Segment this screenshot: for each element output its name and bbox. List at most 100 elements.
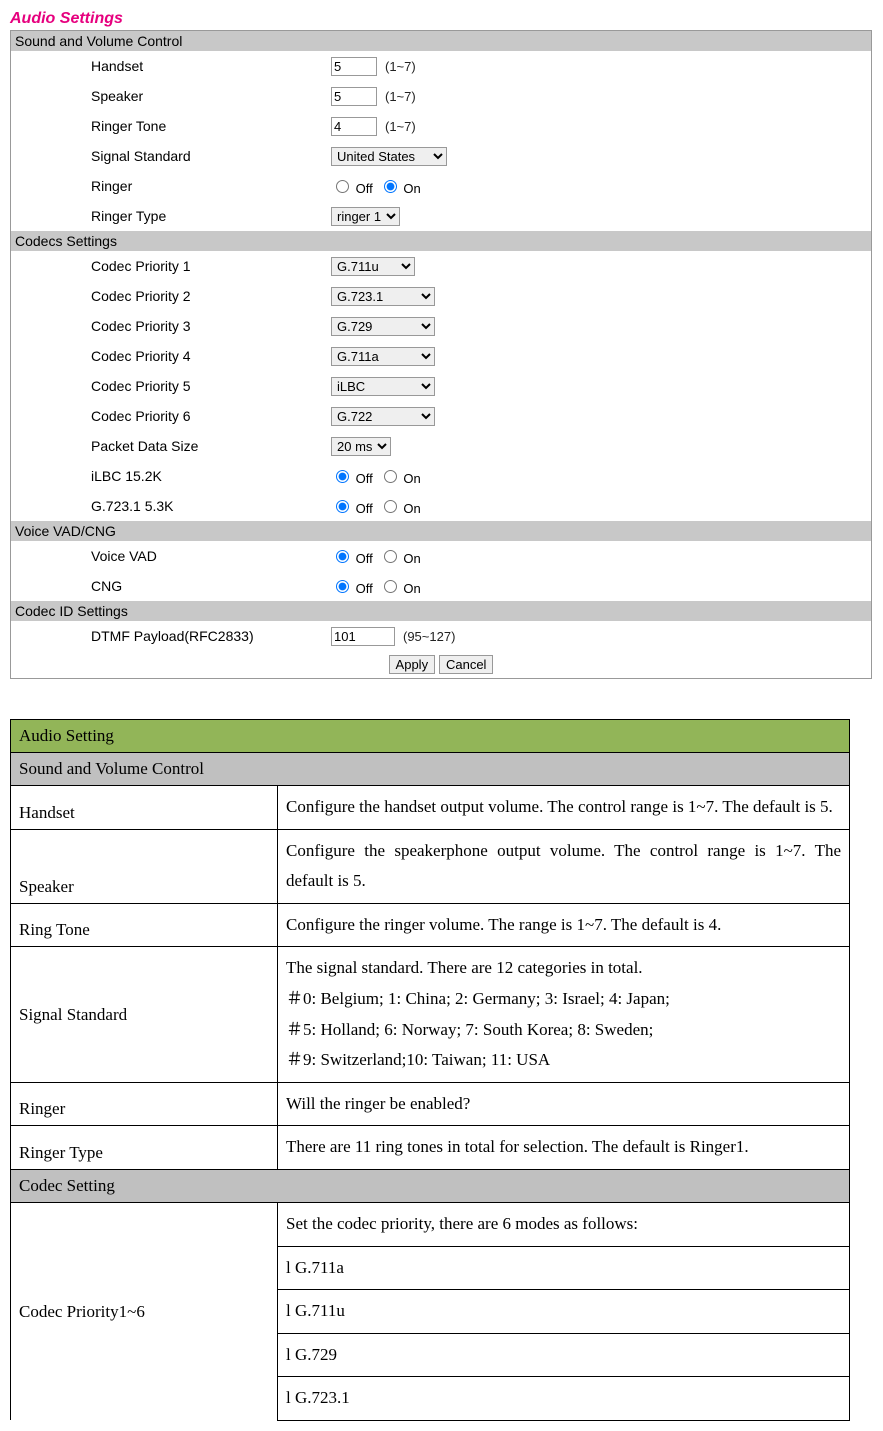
packet-size-select[interactable]: 20 ms (331, 437, 391, 456)
g723-on-label: On (403, 501, 420, 516)
ringer-tone-input[interactable] (331, 117, 377, 136)
speaker-hint: (1~7) (385, 89, 416, 104)
codec-3-select[interactable]: G.729 (331, 317, 435, 336)
codec-4-label: Codec Priority 4 (11, 348, 331, 364)
ringer-type-select[interactable]: ringer 1 (331, 207, 400, 226)
row-codec-6: Codec Priority 6 G.722 (11, 401, 871, 431)
row-codec-1: Codec Priority 1 G.711u (11, 251, 871, 281)
signal-standard-select[interactable]: United States (331, 147, 447, 166)
row-codec-3: Codec Priority 3 G.729 (11, 311, 871, 341)
voice-vad-label: Voice VAD (11, 548, 331, 564)
row-g723: G.723.1 5.3K Off On (11, 491, 871, 521)
desc-ring-tone-label: Ring Tone (11, 903, 278, 947)
codec-5-select[interactable]: iLBC (331, 377, 435, 396)
g723-label: G.723.1 5.3K (11, 498, 331, 514)
desc-codec-header: Codec Setting (11, 1169, 850, 1202)
dtmf-hint: (95~127) (403, 629, 455, 644)
row-ringer-tone: Ringer Tone (1~7) (11, 111, 871, 141)
codec-5-label: Codec Priority 5 (11, 378, 331, 394)
desc-signal-standard-text: The signal standard. There are 12 catego… (278, 947, 850, 1082)
speaker-input[interactable] (331, 87, 377, 106)
signal-standard-label: Signal Standard (11, 148, 331, 164)
codec-3-label: Codec Priority 3 (11, 318, 331, 334)
desc-speaker-text: Configure the speakerphone output volume… (278, 829, 850, 903)
ringer-tone-hint: (1~7) (385, 119, 416, 134)
ringer-off-label: Off (356, 181, 373, 196)
voice-vad-off-radio[interactable] (336, 550, 349, 563)
row-ilbc: iLBC 15.2K Off On (11, 461, 871, 491)
row-codec-4: Codec Priority 4 G.711a (11, 341, 871, 371)
row-ringer-type: Ringer Type ringer 1 (11, 201, 871, 231)
dtmf-input[interactable] (331, 627, 395, 646)
desc-handset-text: Configure the handset output volume. The… (278, 786, 850, 830)
row-cng: CNG Off On (11, 571, 871, 601)
cng-off-radio[interactable] (336, 580, 349, 593)
desc-codec-priority-label: Codec Priority1~6 (11, 1202, 278, 1420)
row-handset: Handset (1~7) (11, 51, 871, 81)
codec-4-select[interactable]: G.711a (331, 347, 435, 366)
codec-6-label: Codec Priority 6 (11, 408, 331, 424)
ilbc-off-label: Off (356, 471, 373, 486)
section-codec-id-header: Codec ID Settings (11, 601, 871, 621)
voice-vad-off-label: Off (356, 551, 373, 566)
voice-vad-on-radio[interactable] (384, 550, 397, 563)
ilbc-label: iLBC 15.2K (11, 468, 331, 484)
desc-ringer-text: Will the ringer be enabled? (278, 1082, 850, 1126)
desc-ringer-type-label: Ringer Type (11, 1126, 278, 1170)
codec-1-label: Codec Priority 1 (11, 258, 331, 274)
g723-on-radio[interactable] (384, 500, 397, 513)
row-packet-size: Packet Data Size 20 ms (11, 431, 871, 461)
cancel-button[interactable]: Cancel (439, 655, 493, 674)
desc-speaker-label: Speaker (11, 829, 278, 903)
ringer-on-label: On (403, 181, 420, 196)
desc-handset-label: Handset (11, 786, 278, 830)
handset-input[interactable] (331, 57, 377, 76)
button-row: Apply Cancel (11, 651, 871, 678)
desc-sound-header: Sound and Volume Control (11, 753, 850, 786)
desc-signal-standard-label: Signal Standard (11, 947, 278, 1082)
cng-off-label: Off (356, 581, 373, 596)
voice-vad-on-label: On (403, 551, 420, 566)
desc-title: Audio Setting (11, 720, 850, 753)
ringer-type-label: Ringer Type (11, 208, 331, 224)
description-table: Audio Setting Sound and Volume Control H… (10, 719, 850, 1421)
dtmf-label: DTMF Payload(RFC2833) (11, 628, 331, 644)
handset-label: Handset (11, 58, 331, 74)
row-ringer: Ringer Off On (11, 171, 871, 201)
codec-2-select[interactable]: G.723.1 (331, 287, 435, 306)
cng-on-label: On (403, 581, 420, 596)
desc-ringer-type-text: There are 11 ring tones in total for sel… (278, 1126, 850, 1170)
section-codecs-header: Codecs Settings (11, 231, 871, 251)
packet-size-label: Packet Data Size (11, 438, 331, 454)
row-dtmf: DTMF Payload(RFC2833) (95~127) (11, 621, 871, 651)
row-codec-5: Codec Priority 5 iLBC (11, 371, 871, 401)
settings-panel: Sound and Volume Control Handset (1~7) S… (10, 30, 872, 679)
codec-1-select[interactable]: G.711u (331, 257, 415, 276)
ringer-label: Ringer (11, 178, 331, 194)
cng-on-radio[interactable] (384, 580, 397, 593)
codec-6-select[interactable]: G.722 (331, 407, 435, 426)
ilbc-off-radio[interactable] (336, 470, 349, 483)
desc-ring-tone-text: Configure the ringer volume. The range i… (278, 903, 850, 947)
g723-off-radio[interactable] (336, 500, 349, 513)
desc-codec-priority-text: Set the codec priority, there are 6 mode… (278, 1202, 850, 1420)
row-signal-standard: Signal Standard United States (11, 141, 871, 171)
ilbc-on-radio[interactable] (384, 470, 397, 483)
page-title: Audio Settings (10, 10, 870, 28)
row-codec-2: Codec Priority 2 G.723.1 (11, 281, 871, 311)
section-sound-header: Sound and Volume Control (11, 31, 871, 51)
row-speaker: Speaker (1~7) (11, 81, 871, 111)
section-vad-header: Voice VAD/CNG (11, 521, 871, 541)
codec-2-label: Codec Priority 2 (11, 288, 331, 304)
apply-button[interactable]: Apply (389, 655, 436, 674)
ilbc-on-label: On (403, 471, 420, 486)
desc-ringer-label: Ringer (11, 1082, 278, 1126)
g723-off-label: Off (356, 501, 373, 516)
ringer-tone-label: Ringer Tone (11, 118, 331, 134)
ringer-on-radio[interactable] (384, 180, 397, 193)
handset-hint: (1~7) (385, 59, 416, 74)
speaker-label: Speaker (11, 88, 331, 104)
ringer-off-radio[interactable] (336, 180, 349, 193)
row-voice-vad: Voice VAD Off On (11, 541, 871, 571)
cng-label: CNG (11, 578, 331, 594)
